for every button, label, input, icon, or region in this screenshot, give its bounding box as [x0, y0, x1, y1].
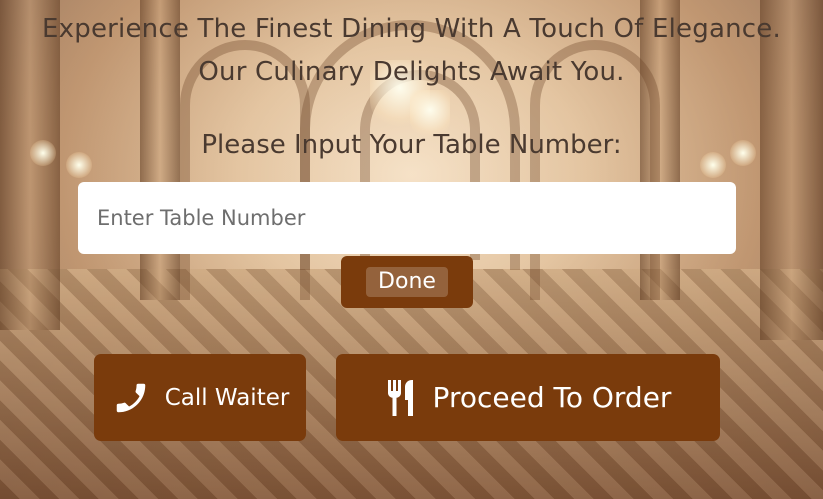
tagline-line-1: Experience The Finest Dining With A Touc… — [42, 14, 781, 44]
call-waiter-label: Call Waiter — [164, 384, 290, 411]
tagline-line-2: Our Culinary Delights Await You. — [198, 57, 625, 87]
proceed-to-order-label: Proceed To Order — [432, 381, 672, 414]
phone-icon — [111, 378, 151, 418]
done-button-label: Done — [366, 267, 448, 297]
proceed-to-order-button[interactable]: Proceed To Order — [336, 354, 720, 441]
done-button[interactable]: Done — [341, 256, 473, 308]
table-entry-screen: Experience The Finest Dining With A Touc… — [0, 0, 823, 499]
call-waiter-button[interactable]: Call Waiter — [94, 354, 306, 441]
fork-knife-icon — [385, 378, 419, 418]
table-number-prompt: Please Input Your Table Number: — [201, 130, 622, 160]
table-number-input[interactable] — [78, 182, 736, 254]
